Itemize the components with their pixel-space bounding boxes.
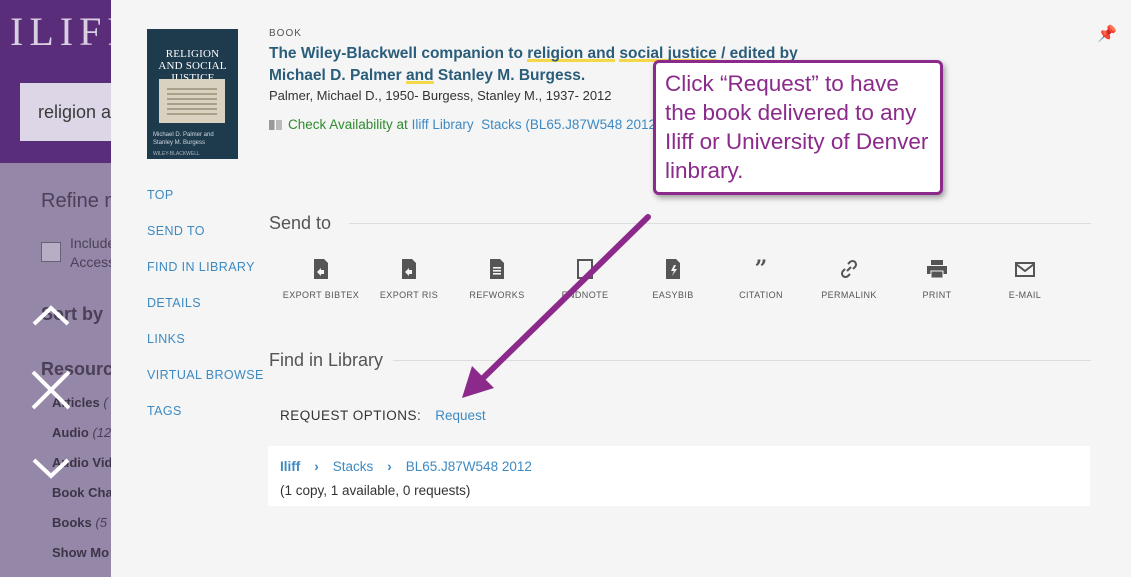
citation-button[interactable]: ” CITATION xyxy=(717,259,805,303)
holding-location-row[interactable]: Iliff › Stacks › BL65.J87W548 2012 (1 copy, … xyxy=(268,446,1090,506)
nav-top[interactable]: TOP xyxy=(147,188,264,224)
refworks-button[interactable]: REFWORKS xyxy=(453,259,541,303)
refworks-icon xyxy=(490,259,504,279)
endnote-icon xyxy=(577,259,593,279)
send-to-actions: EXPORT BIBTEX EXPORT RIS REFWORKS ENDNOT… xyxy=(277,259,1069,303)
nav-details[interactable]: DETAILS xyxy=(147,296,264,332)
annotation-callout: Click “Request” to have the book deliver… xyxy=(653,60,943,195)
easybib-icon xyxy=(666,259,680,279)
send-to-divider xyxy=(349,223,1091,224)
breadcrumb-chevron-icon: › xyxy=(387,459,392,474)
previous-record-chevron-up-icon[interactable] xyxy=(30,298,72,340)
close-icon[interactable] xyxy=(30,369,72,411)
nav-find-in-library[interactable]: FIND IN LIBRARY xyxy=(147,260,264,296)
next-record-chevron-down-icon[interactable] xyxy=(30,446,72,488)
easybib-button[interactable]: EASYBIB xyxy=(629,259,717,303)
holding-library-link[interactable]: Iliff xyxy=(280,459,300,474)
full-record-panel: RELIGION AND SOCIAL JUSTICE Michael D. P… xyxy=(111,0,1131,577)
svg-text:”: ” xyxy=(755,259,768,279)
refine-title: Refine my xyxy=(41,190,111,212)
cover-artwork xyxy=(159,79,225,123)
cover-publisher: WILEY-BLACKWELL xyxy=(153,151,200,157)
site-header: ILIFF religion a xyxy=(0,0,111,163)
find-in-library-divider xyxy=(393,360,1091,361)
email-button[interactable]: E-MAIL xyxy=(981,259,1069,303)
request-options-label: REQUEST OPTIONS: xyxy=(280,408,422,423)
holding-path: Iliff › Stacks › BL65.J87W548 2012 xyxy=(280,459,532,474)
include-checkbox[interactable] xyxy=(41,242,61,262)
record-section-nav: TOP SEND TO FIND IN LIBRARY DETAILS LINK… xyxy=(147,188,264,440)
pin-record-icon[interactable]: 📌 xyxy=(1097,24,1117,44)
book-availability-icon xyxy=(269,120,282,130)
library-logo: ILIFF xyxy=(10,9,111,54)
book-cover-image[interactable]: RELIGION AND SOCIAL JUSTICE Michael D. P… xyxy=(147,29,238,159)
export-bibtex-icon xyxy=(314,259,328,279)
facet-show-more[interactable]: Show Mo xyxy=(52,545,109,560)
nav-virtual-browse[interactable]: VIRTUAL BROWSE xyxy=(147,368,264,404)
holding-summary: (1 copy, 1 available, 0 requests) xyxy=(280,483,471,498)
cover-editors: Michael D. Palmer and Stanley M. Burgess xyxy=(153,132,214,146)
find-in-library-heading: Find in Library xyxy=(269,350,384,370)
permalink-icon xyxy=(840,259,858,279)
nav-tags[interactable]: TAGS xyxy=(147,404,264,440)
citation-icon: ” xyxy=(755,259,768,279)
export-ris-icon xyxy=(402,259,416,279)
resource-type-label: BOOK xyxy=(269,28,302,39)
facet-books[interactable]: Books (5 xyxy=(52,515,107,530)
send-to-heading: Send to xyxy=(269,213,332,233)
print-icon xyxy=(927,260,947,279)
record-authors: Palmer, Michael D., 1950- Burgess, Stanl… xyxy=(269,88,612,103)
availability-status[interactable]: Check Availability at Iliff Library Stac… xyxy=(269,117,660,132)
holding-call-number[interactable]: BL65.J87W548 2012 xyxy=(406,459,532,474)
endnote-button[interactable]: ENDNOTE xyxy=(541,259,629,303)
nav-links[interactable]: LINKS xyxy=(147,332,264,368)
request-options: REQUEST OPTIONS: Request xyxy=(280,408,486,423)
holding-collection-link[interactable]: Stacks xyxy=(333,459,374,474)
permalink-button[interactable]: PERMALINK xyxy=(805,259,893,303)
breadcrumb-chevron-icon: › xyxy=(314,459,319,474)
background-results-page: ILIFF religion a Refine my Include Acces… xyxy=(0,0,111,577)
facet-audio[interactable]: Audio (12 xyxy=(52,425,111,440)
search-input[interactable]: religion a xyxy=(20,83,111,141)
export-ris-button[interactable]: EXPORT RIS xyxy=(365,259,453,303)
export-bibtex-button[interactable]: EXPORT BIBTEX xyxy=(277,259,365,303)
print-button[interactable]: PRINT xyxy=(893,259,981,303)
nav-send-to[interactable]: SEND TO xyxy=(147,224,264,260)
include-label: Include Access xyxy=(70,235,111,270)
request-link[interactable]: Request xyxy=(435,408,485,423)
email-icon xyxy=(1015,262,1035,277)
